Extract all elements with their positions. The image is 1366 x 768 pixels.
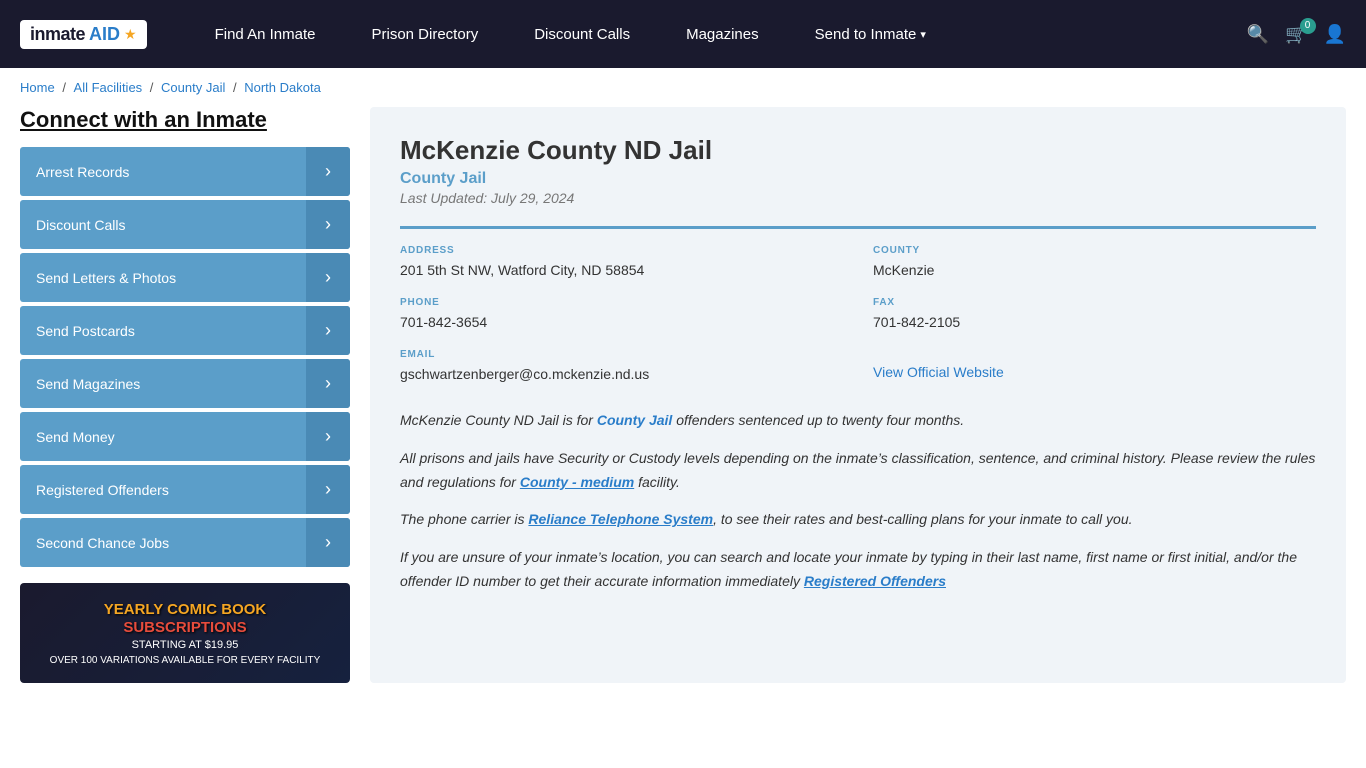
- facility-title: McKenzie County ND Jail: [400, 135, 1316, 166]
- website-block: View Official Website: [873, 349, 1316, 385]
- breadcrumb-county-jail[interactable]: County Jail: [161, 80, 225, 95]
- arrow-icon: ›: [306, 518, 350, 567]
- facility-type: County Jail: [400, 170, 1316, 188]
- sidebar-btn-send-magazines[interactable]: Send Magazines ›: [20, 359, 350, 408]
- nav-find-inmate[interactable]: Find An Inmate: [187, 0, 344, 68]
- facility-info-grid: ADDRESS 201 5th St NW, Watford City, ND …: [400, 226, 1316, 385]
- desc-para1: McKenzie County ND Jail is for County Ja…: [400, 409, 1316, 433]
- sidebar-btn-send-postcards[interactable]: Send Postcards ›: [20, 306, 350, 355]
- fax-label: FAX: [873, 297, 1316, 308]
- email-value: gschwartzenberger@co.mckenzie.nd.us: [400, 364, 843, 385]
- ad-title-line1: YEARLY COMIC BOOK: [50, 601, 321, 619]
- facility-updated: Last Updated: July 29, 2024: [400, 190, 1316, 206]
- facility-description: McKenzie County ND Jail is for County Ja…: [400, 409, 1316, 594]
- email-block: EMAIL gschwartzenberger@co.mckenzie.nd.u…: [400, 349, 843, 385]
- registered-offenders-link[interactable]: Registered Offenders: [804, 573, 946, 589]
- nav-icons: 🔍 🛒 0 👤: [1247, 24, 1346, 45]
- fax-block: FAX 701-842-2105: [873, 297, 1316, 333]
- ad-title-line2: SUBSCRIPTIONS: [50, 619, 321, 637]
- phone-carrier-link[interactable]: Reliance Telephone System: [528, 511, 713, 527]
- desc-para3: The phone carrier is Reliance Telephone …: [400, 508, 1316, 532]
- ad-sub: OVER 100 VARIATIONS AVAILABLE FOR EVERY …: [50, 655, 321, 666]
- county-value: McKenzie: [873, 260, 1316, 281]
- fax-value: 701-842-2105: [873, 312, 1316, 333]
- cart-icon[interactable]: 🛒 0: [1285, 24, 1307, 45]
- breadcrumb-home[interactable]: Home: [20, 80, 55, 95]
- breadcrumb: Home / All Facilities / County Jail / No…: [0, 68, 1366, 107]
- sidebar-title: Connect with an Inmate: [20, 107, 350, 133]
- sidebar-btn-send-letters[interactable]: Send Letters & Photos ›: [20, 253, 350, 302]
- nav-links: Find An Inmate Prison Directory Discount…: [187, 0, 1247, 68]
- phone-value: 701-842-3654: [400, 312, 843, 333]
- view-official-website-link[interactable]: View Official Website: [873, 364, 1004, 380]
- arrow-icon: ›: [306, 253, 350, 302]
- arrow-icon: ›: [306, 359, 350, 408]
- sidebar-btn-discount-calls[interactable]: Discount Calls ›: [20, 200, 350, 249]
- arrow-icon: ›: [306, 147, 350, 196]
- county-label: COUNTY: [873, 245, 1316, 256]
- arrow-icon: ›: [306, 306, 350, 355]
- county-medium-link[interactable]: County - medium: [520, 474, 634, 490]
- arrow-icon: ›: [306, 465, 350, 514]
- sidebar: Connect with an Inmate Arrest Records › …: [20, 107, 350, 683]
- county-block: COUNTY McKenzie: [873, 245, 1316, 281]
- desc-para4: If you are unsure of your inmate’s locat…: [400, 546, 1316, 594]
- breadcrumb-all-facilities[interactable]: All Facilities: [74, 80, 143, 95]
- sidebar-btn-arrest-records[interactable]: Arrest Records ›: [20, 147, 350, 196]
- nav-send-to-inmate[interactable]: Send to Inmate▾: [787, 0, 954, 68]
- nav-magazines[interactable]: Magazines: [658, 0, 787, 68]
- address-label: ADDRESS: [400, 245, 843, 256]
- sidebar-advertisement[interactable]: YEARLY COMIC BOOK SUBSCRIPTIONS STARTING…: [20, 583, 350, 683]
- sidebar-btn-send-money[interactable]: Send Money ›: [20, 412, 350, 461]
- search-icon[interactable]: 🔍: [1247, 24, 1269, 45]
- user-icon[interactable]: 👤: [1324, 24, 1346, 45]
- address-block: ADDRESS 201 5th St NW, Watford City, ND …: [400, 245, 843, 281]
- main-container: Connect with an Inmate Arrest Records › …: [0, 107, 1366, 713]
- email-label: EMAIL: [400, 349, 843, 360]
- nav-prison-directory[interactable]: Prison Directory: [344, 0, 507, 68]
- nav-discount-calls[interactable]: Discount Calls: [506, 0, 658, 68]
- address-value: 201 5th St NW, Watford City, ND 58854: [400, 260, 843, 281]
- arrow-icon: ›: [306, 200, 350, 249]
- sidebar-btn-registered-offenders[interactable]: Registered Offenders ›: [20, 465, 350, 514]
- facility-content: McKenzie County ND Jail County Jail Last…: [370, 107, 1346, 683]
- breadcrumb-north-dakota[interactable]: North Dakota: [244, 80, 321, 95]
- phone-block: PHONE 701-842-3654: [400, 297, 843, 333]
- logo[interactable]: inmate AID ★: [20, 20, 147, 49]
- arrow-icon: ›: [306, 412, 350, 461]
- cart-badge: 0: [1300, 18, 1316, 34]
- county-jail-link[interactable]: County Jail: [597, 412, 672, 428]
- ad-price: STARTING AT $19.95: [50, 639, 321, 651]
- phone-label: PHONE: [400, 297, 843, 308]
- sidebar-btn-second-chance-jobs[interactable]: Second Chance Jobs ›: [20, 518, 350, 567]
- desc-para2: All prisons and jails have Security or C…: [400, 447, 1316, 495]
